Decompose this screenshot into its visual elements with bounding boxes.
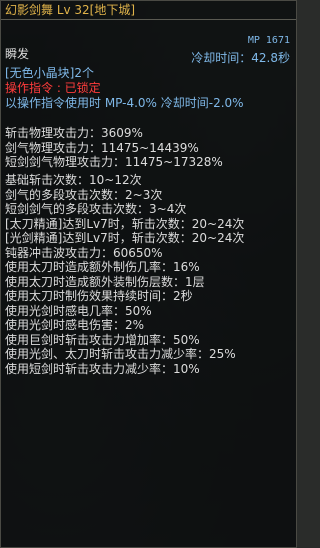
stat-line: [光剑精通]达到Lv7时，斩击次数：20~24次 [5, 231, 245, 245]
stat-line: 使用光剑时感电伤害：2% [5, 318, 145, 332]
stat-line: 使用太刀时造成额外装制伤层数：1层 [5, 274, 205, 289]
command-bonus: 以操作指令使用时 MP-4.0% 冷却时间-2.0% [5, 96, 244, 110]
cooldown-time: 冷却时间：42.8秒 [191, 51, 290, 65]
stat-line: 使用巨剑时斩击攻击力增加率：50% [5, 332, 200, 347]
stat-line: 使用短剑时斩击攻击力减少率：10% [5, 361, 200, 376]
stat-line: 剑气的多段攻击次数：2~3次 [5, 187, 163, 202]
stat-line: 使用太刀时制伤效果持续时间：2秒 [5, 289, 193, 303]
command-lock-status: 操作指令 : 已锁定 [5, 81, 101, 95]
stat-line: 短剑剑气物理攻击力：11475~17328% [5, 155, 223, 169]
cast-type: 瞬发 [5, 47, 30, 61]
stat-line: 基础斩击次数：10~12次 [5, 173, 142, 187]
stat-line: [太刀精通]达到Lv7时，斩击次数：20~24次 [5, 216, 245, 231]
stat-line: 短剑剑气的多段攻击次数：3~4次 [5, 202, 187, 216]
stat-line: 使用光剑、太刀时斩击攻击力减少率：25% [5, 347, 236, 361]
stat-line: 使用太刀时造成额外制伤几率：16% [5, 260, 200, 274]
stat-line: 钝器冲击波攻击力：60650% [5, 245, 163, 260]
skill-title: 幻影剑舞 Lv 32[地下城] [5, 3, 136, 17]
stat-line: 使用光剑时感电几率：50% [5, 303, 152, 318]
stat-line: 斩击物理攻击力：3609% [5, 126, 143, 140]
skill-stats-list: 斩击物理攻击力：3609% 剑气物理攻击力：11475~14439% 短剑剑气物… [5, 126, 290, 376]
skill-tooltip: 幻影剑舞 Lv 32[地下城] MP 1671 瞬发 冷却时间：42.8秒 [无… [0, 0, 297, 548]
stat-line: 剑气物理攻击力：11475~14439% [5, 140, 199, 155]
mp-cost: MP 1671 [247, 35, 290, 46]
title-divider [1, 19, 296, 20]
material-cost: [无色小晶块]2个 [5, 66, 94, 80]
